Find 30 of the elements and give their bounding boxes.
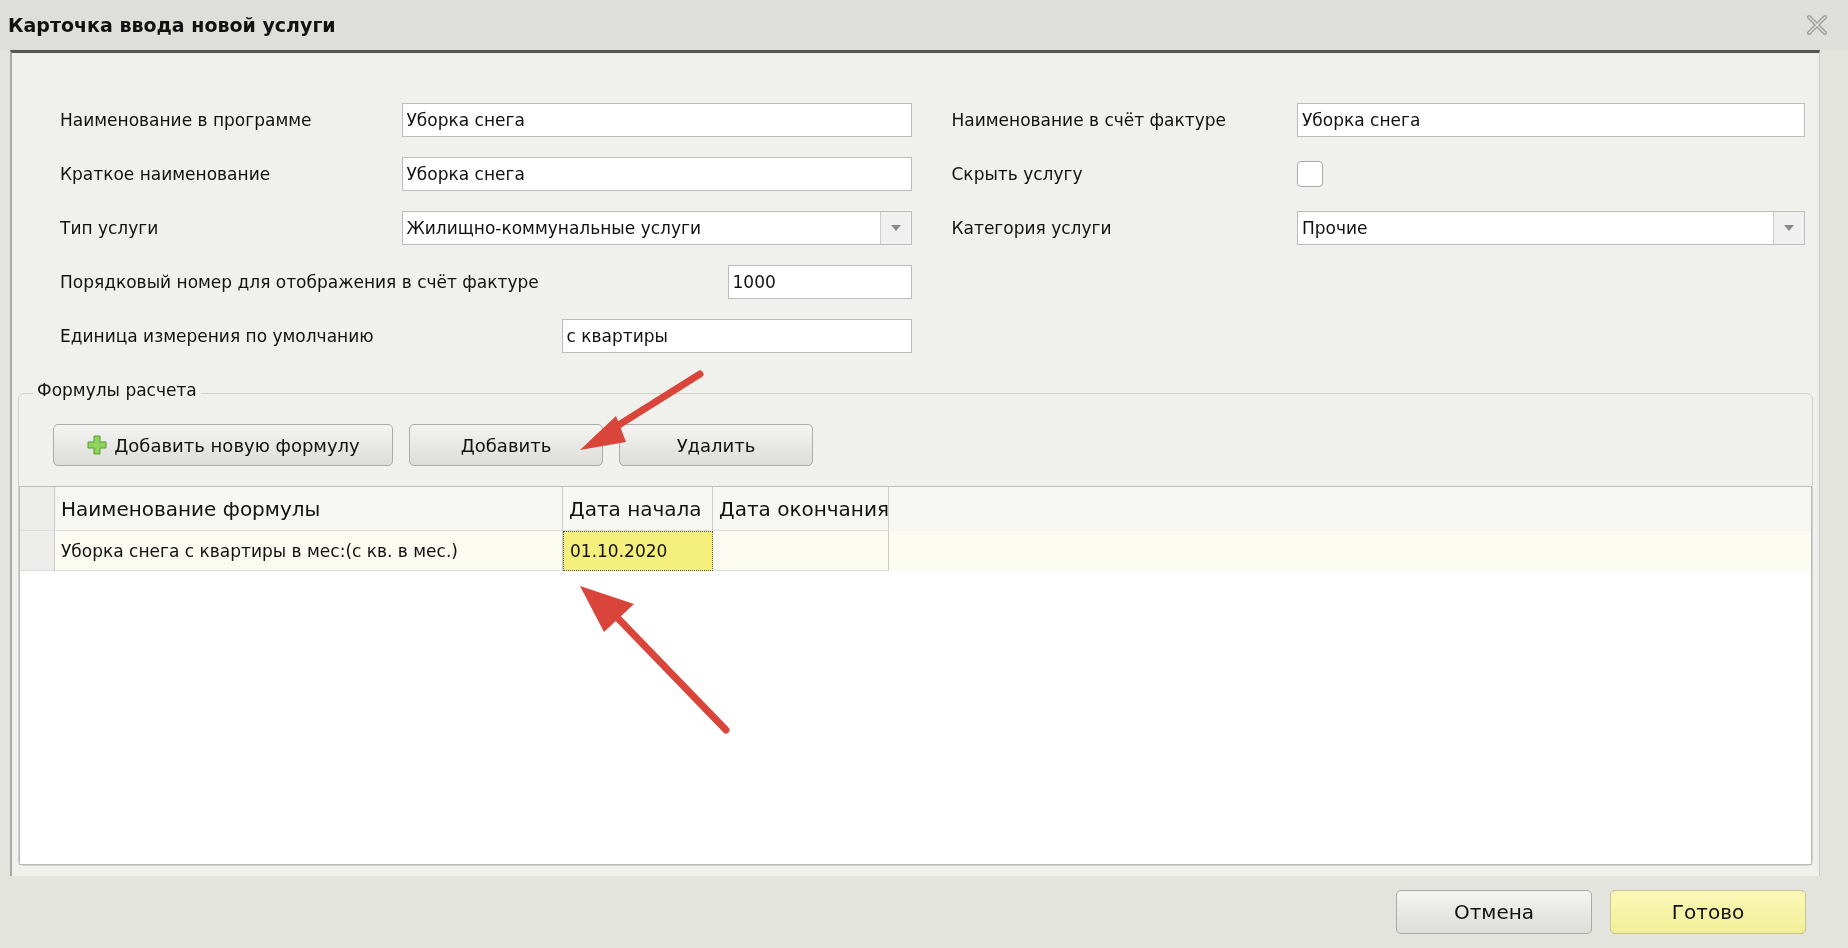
- field-label: Наименование в счёт фактуре: [951, 110, 1228, 130]
- field-label: Наименование в программе: [60, 110, 313, 130]
- input-field[interactable]: Уборка снега: [401, 103, 912, 137]
- field-label: Скрыть услугу: [951, 164, 1084, 184]
- table-cell[interactable]: Уборка снега с квартиры в мес:(с кв. в мес.): [55, 531, 563, 571]
- add-formula-button[interactable]: Добавить новую формулу: [53, 424, 393, 466]
- table-cell[interactable]: [713, 531, 889, 571]
- dropdown-arrow-icon: [1784, 225, 1794, 231]
- toolbar-button[interactable]: Добавить: [409, 424, 603, 466]
- cancel-button[interactable]: Отмена: [1396, 890, 1592, 934]
- field-label: Тип услуги: [60, 218, 160, 238]
- toolbar-button[interactable]: Удалить: [619, 424, 813, 466]
- checkbox[interactable]: [1297, 161, 1323, 187]
- dropdown-field[interactable]: Жилищно-коммунальные услуги: [401, 211, 912, 245]
- close-icon[interactable]: [1806, 14, 1828, 36]
- table-cell[interactable]: 01.10.2020: [563, 531, 713, 571]
- plus-icon: [86, 434, 109, 456]
- input-field[interactable]: 1000: [727, 265, 912, 299]
- input-field[interactable]: с квартиры: [561, 319, 912, 353]
- input-field[interactable]: Уборка снега: [1297, 103, 1805, 137]
- field-label: Порядковый номер для отображения в счёт фактуре: [60, 272, 540, 292]
- field-label: Единица измерения по умолчанию: [60, 326, 375, 346]
- dropdown-arrow-icon: [890, 225, 901, 231]
- input-field[interactable]: Уборка снега: [401, 157, 912, 191]
- done-button[interactable]: Готово: [1610, 890, 1806, 934]
- field-label: Категория услуги: [951, 218, 1113, 238]
- field-label: Краткое наименование: [60, 164, 272, 184]
- dropdown-field[interactable]: Прочие: [1297, 211, 1805, 245]
- group-title: Формулы расчета: [33, 380, 201, 400]
- window-title: Карточка ввода новой услуги: [8, 14, 336, 36]
